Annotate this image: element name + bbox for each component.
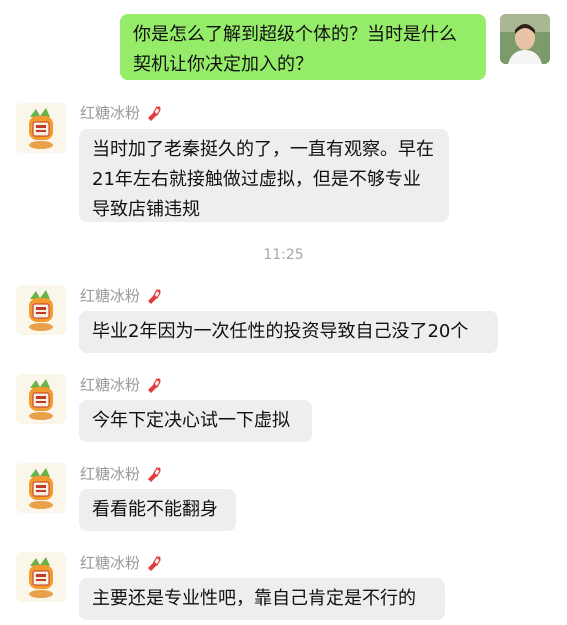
contact-avatar[interactable] xyxy=(16,285,66,335)
contact-message-bubble[interactable]: 看看能不能翻身 xyxy=(79,489,236,531)
message-text: 看看能不能翻身 xyxy=(92,499,218,520)
carrot-cartoon-avatar-icon xyxy=(16,285,66,335)
message-text: 主要还是专业性吧，靠自己肯定是不行的 xyxy=(92,588,416,609)
sender-name: 红糖冰粉 xyxy=(80,553,163,573)
message-text: 你是怎么了解到超级个体的？当时是什么契机让你决定加入的？ xyxy=(133,24,457,75)
contact-message-bubble[interactable]: 当时加了老秦挺久的了，一直有观察。早在21年左右就接触做过虚拟，但是不够专业导致… xyxy=(79,129,449,222)
contact-message-bubble[interactable]: 主要还是专业性吧，靠自己肯定是不行的 xyxy=(79,578,445,620)
contact-message-bubble[interactable]: 今年下定决心试一下虚拟 xyxy=(79,400,312,442)
message-text: 今年下定决心试一下虚拟 xyxy=(92,410,290,431)
contact-avatar[interactable] xyxy=(16,103,66,153)
red-lobster-icon xyxy=(148,556,161,571)
red-lobster-icon xyxy=(148,378,161,393)
contact-avatar[interactable] xyxy=(16,552,66,602)
carrot-cartoon-avatar-icon xyxy=(16,463,66,513)
contact-avatar[interactable] xyxy=(16,374,66,424)
sender-name: 红糖冰粉 xyxy=(80,286,163,306)
chat-timestamp: 11:25 xyxy=(263,247,304,263)
user-photo-avatar-icon xyxy=(500,14,550,64)
my-avatar[interactable] xyxy=(500,14,550,64)
contact-avatar[interactable] xyxy=(16,463,66,513)
message-text: 当时加了老秦挺久的了，一直有观察。早在21年左右就接触做过虚拟，但是不够专业导致… xyxy=(92,139,434,220)
sender-name: 红糖冰粉 xyxy=(80,375,163,395)
carrot-cartoon-avatar-icon xyxy=(16,374,66,424)
message-text: 毕业2年因为一次任性的投资导致自己没了20个 xyxy=(92,321,469,342)
sender-name: 红糖冰粉 xyxy=(80,103,163,123)
carrot-cartoon-avatar-icon xyxy=(16,552,66,602)
red-lobster-icon xyxy=(148,106,161,121)
red-lobster-icon xyxy=(148,289,161,304)
my-message-bubble[interactable]: 你是怎么了解到超级个体的？当时是什么契机让你决定加入的？ xyxy=(120,14,486,80)
red-lobster-icon xyxy=(148,467,161,482)
contact-message-bubble[interactable]: 毕业2年因为一次任性的投资导致自己没了20个 xyxy=(79,311,498,353)
sender-name: 红糖冰粉 xyxy=(80,464,163,484)
carrot-cartoon-avatar-icon xyxy=(16,103,66,153)
